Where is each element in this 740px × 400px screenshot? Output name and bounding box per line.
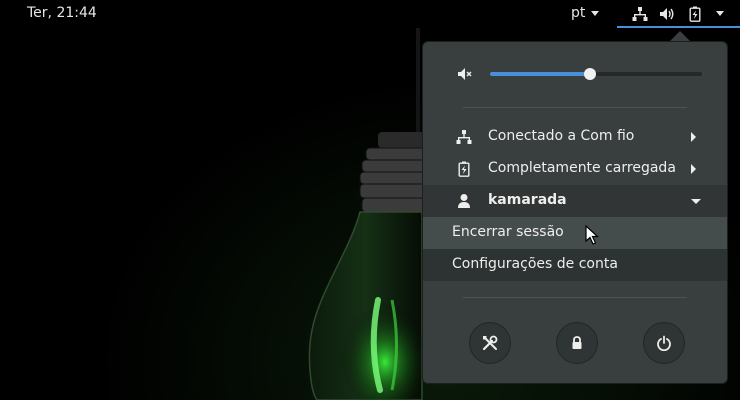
desktop: Ter, 21:44 pt Conectado a Com fio Comple… bbox=[0, 0, 740, 400]
speaker-muted-icon bbox=[458, 68, 472, 80]
chevron-down-icon bbox=[691, 199, 701, 204]
top-bar: Ter, 21:44 pt bbox=[0, 0, 740, 28]
network-label: Conectado a Com fio bbox=[488, 128, 635, 144]
settings-tools-icon bbox=[482, 335, 498, 351]
account-settings-item[interactable]: Configurações de conta bbox=[423, 249, 727, 281]
lock-button[interactable] bbox=[556, 322, 598, 364]
user-item[interactable]: kamarada bbox=[423, 185, 727, 217]
chevron-right-icon bbox=[691, 164, 696, 174]
person-icon bbox=[458, 194, 470, 208]
volume-icon bbox=[660, 8, 674, 20]
power-icon bbox=[657, 335, 671, 351]
language-label: pt bbox=[571, 5, 586, 21]
log-out-label: Encerrar sessão bbox=[452, 224, 564, 240]
mouse-cursor-icon bbox=[585, 225, 599, 245]
log-out-item[interactable]: Encerrar sessão bbox=[423, 217, 727, 249]
network-wired-icon bbox=[632, 7, 648, 21]
chevron-right-icon bbox=[691, 132, 696, 142]
volume-slider-fill bbox=[490, 72, 590, 76]
battery-item[interactable]: Completamente carregada bbox=[423, 153, 727, 185]
battery-charging-icon bbox=[458, 161, 470, 177]
power-button[interactable] bbox=[643, 322, 685, 364]
clock[interactable]: Ter, 21:44 bbox=[27, 5, 97, 21]
language-selector[interactable]: pt bbox=[571, 5, 600, 21]
user-name: kamarada bbox=[488, 192, 567, 208]
chevron-down-icon bbox=[716, 11, 724, 16]
system-status-area[interactable] bbox=[617, 0, 740, 28]
volume-slider-handle[interactable] bbox=[583, 68, 596, 80]
separator bbox=[463, 297, 687, 298]
settings-button[interactable] bbox=[469, 322, 511, 364]
network-wired-icon bbox=[456, 130, 472, 144]
network-item[interactable]: Conectado a Com fio bbox=[423, 121, 727, 153]
system-menu: Conectado a Com fio Completamente carreg… bbox=[422, 41, 728, 384]
lock-icon bbox=[572, 336, 582, 349]
separator bbox=[463, 107, 687, 108]
chevron-down-icon bbox=[591, 10, 600, 16]
volume-slider[interactable] bbox=[490, 68, 702, 80]
battery-charging-icon bbox=[689, 6, 701, 22]
account-settings-label: Configurações de conta bbox=[452, 256, 618, 272]
battery-label: Completamente carregada bbox=[488, 160, 676, 176]
